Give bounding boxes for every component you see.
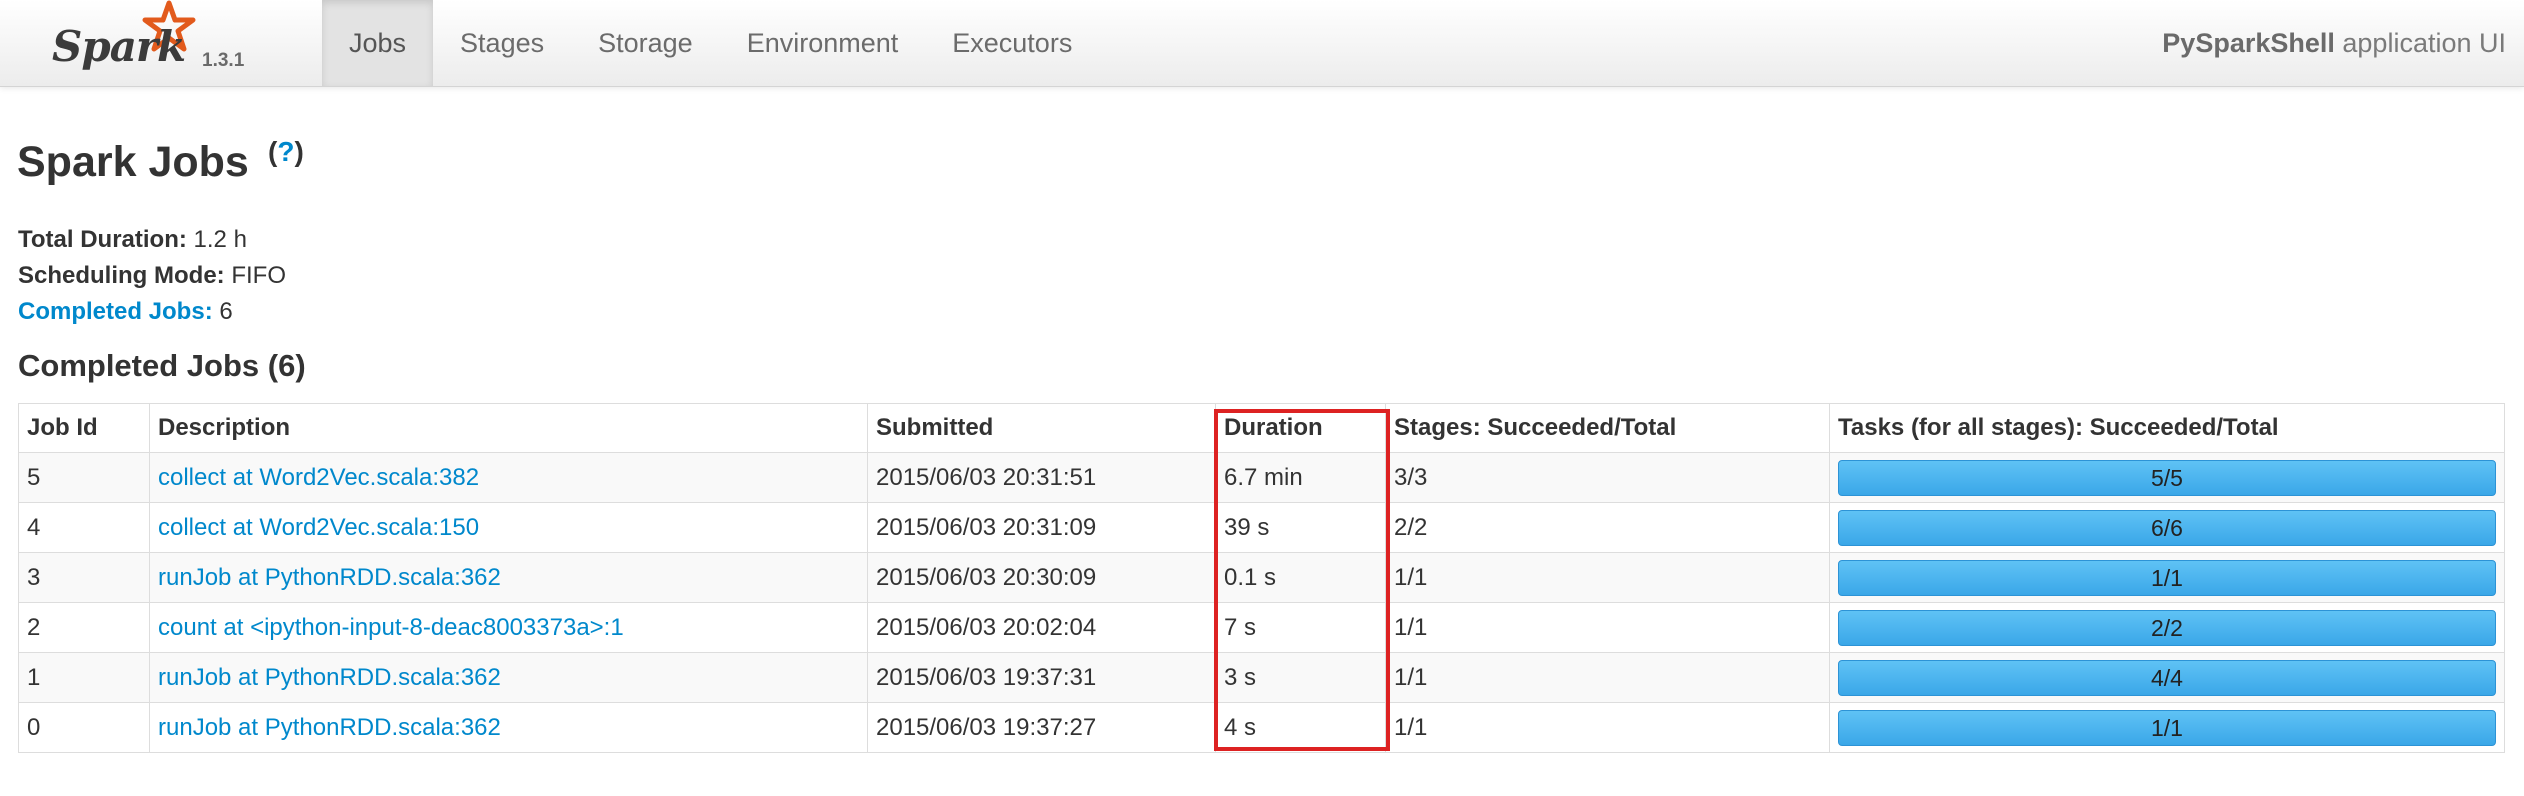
jobs-summary: Total Duration: 1.2 h Scheduling Mode: F…: [18, 222, 286, 330]
table-row: 5 collect at Word2Vec.scala:382 2015/06/…: [18, 452, 2505, 503]
scheduling-mode-value: FIFO: [224, 262, 286, 289]
page-title: Spark Jobs: [17, 138, 249, 186]
stages-cell: 1/1: [1385, 552, 1830, 603]
tasks-progress-bar: 1/1: [1838, 709, 2496, 746]
submitted-cell: 2015/06/03 19:37:27: [867, 702, 1216, 753]
job-id-cell: 1: [18, 652, 150, 703]
tasks-cell: 4/4: [1829, 652, 2505, 703]
job-description-link[interactable]: collect at Word2Vec.scala:150: [158, 514, 479, 541]
submitted-cell: 2015/06/03 19:37:31: [867, 652, 1216, 703]
spark-logo-text: Spark: [52, 22, 186, 71]
job-description-link[interactable]: count at <ipython-input-8-deac8003373a>:…: [158, 614, 624, 641]
stages-cell: 3/3: [1385, 452, 1830, 503]
tab-executors[interactable]: Executors: [925, 0, 1099, 86]
tasks-progress-bar: 5/5: [1838, 459, 2496, 496]
job-id-cell: 5: [18, 452, 150, 503]
application-title: PySparkShell application UI: [2162, 0, 2506, 86]
col-header-description[interactable]: Description: [149, 403, 868, 453]
app-suffix: application UI: [2334, 28, 2506, 58]
duration-cell: 7 s: [1215, 602, 1386, 653]
tasks-cell: 6/6: [1829, 502, 2505, 553]
tab-environment[interactable]: Environment: [720, 0, 926, 86]
table-header-row: Job Id Description Submitted Duration St…: [18, 403, 2505, 453]
job-id-cell: 3: [18, 552, 150, 603]
duration-cell: 39 s: [1215, 502, 1386, 553]
stages-cell: 2/2: [1385, 502, 1830, 553]
tasks-cell: 5/5: [1829, 452, 2505, 503]
job-id-cell: 2: [18, 602, 150, 653]
tasks-cell: 2/2: [1829, 602, 2505, 653]
col-header-duration[interactable]: Duration: [1215, 403, 1386, 453]
col-header-job-id[interactable]: Job Id: [18, 403, 150, 453]
job-description-link[interactable]: runJob at PythonRDD.scala:362: [158, 664, 501, 691]
table-row: 4 collect at Word2Vec.scala:150 2015/06/…: [18, 502, 2505, 553]
job-id-cell: 0: [18, 702, 150, 753]
col-header-submitted[interactable]: Submitted: [867, 403, 1216, 453]
description-cell: runJob at PythonRDD.scala:362: [149, 552, 868, 603]
help-link[interactable]: ?: [277, 136, 294, 167]
duration-cell: 3 s: [1215, 652, 1386, 703]
completed-jobs-heading: Completed Jobs (6): [18, 348, 306, 383]
completed-jobs-value: 6: [212, 298, 233, 325]
top-navbar: Spark 1.3.1 Jobs Stages Storage Environm…: [0, 0, 2524, 87]
tasks-cell: 1/1: [1829, 702, 2505, 753]
total-duration-value: 1.2 h: [186, 226, 247, 253]
submitted-cell: 2015/06/03 20:31:09: [867, 502, 1216, 553]
tab-stages[interactable]: Stages: [433, 0, 571, 86]
job-id-cell: 4: [18, 502, 150, 553]
submitted-cell: 2015/06/03 20:30:09: [867, 552, 1216, 603]
job-description-link[interactable]: runJob at PythonRDD.scala:362: [158, 714, 501, 741]
spark-logo[interactable]: Spark 1.3.1: [52, 0, 252, 86]
completed-jobs-table: Job Id Description Submitted Duration St…: [18, 403, 2505, 753]
tasks-progress-bar: 6/6: [1838, 509, 2496, 546]
submitted-cell: 2015/06/03 20:31:51: [867, 452, 1216, 503]
tasks-cell: 1/1: [1829, 552, 2505, 603]
description-cell: collect at Word2Vec.scala:150: [149, 502, 868, 553]
tasks-progress-bar: 1/1: [1838, 559, 2496, 596]
table-row: 2 count at <ipython-input-8-deac8003373a…: [18, 602, 2505, 653]
table-row: 3 runJob at PythonRDD.scala:362 2015/06/…: [18, 552, 2505, 603]
tab-storage[interactable]: Storage: [571, 0, 720, 86]
spark-version: 1.3.1: [202, 50, 245, 71]
completed-jobs-link[interactable]: Completed Jobs:: [18, 298, 213, 325]
stages-cell: 1/1: [1385, 702, 1830, 753]
total-duration: Total Duration: 1.2 h: [18, 222, 286, 258]
description-cell: runJob at PythonRDD.scala:362: [149, 652, 868, 703]
col-header-tasks[interactable]: Tasks (for all stages): Succeeded/Total: [1829, 403, 2505, 453]
duration-cell: 0.1 s: [1215, 552, 1386, 603]
job-description-link[interactable]: runJob at PythonRDD.scala:362: [158, 564, 501, 591]
total-duration-label: Total Duration:: [18, 226, 187, 253]
table-row: 1 runJob at PythonRDD.scala:362 2015/06/…: [18, 652, 2505, 703]
description-cell: collect at Word2Vec.scala:382: [149, 452, 868, 503]
duration-cell: 4 s: [1215, 702, 1386, 753]
help-tooltip: (?): [268, 136, 304, 167]
tasks-progress-bar: 4/4: [1838, 659, 2496, 696]
completed-jobs: Completed Jobs: 6: [18, 294, 286, 330]
description-cell: count at <ipython-input-8-deac8003373a>:…: [149, 602, 868, 653]
tab-jobs[interactable]: Jobs: [322, 0, 434, 86]
completed-jobs-table-wrapper: Job Id Description Submitted Duration St…: [18, 403, 2505, 753]
col-header-stages[interactable]: Stages: Succeeded/Total: [1385, 403, 1830, 453]
stages-cell: 1/1: [1385, 652, 1830, 703]
job-description-link[interactable]: collect at Word2Vec.scala:382: [158, 464, 479, 491]
description-cell: runJob at PythonRDD.scala:362: [149, 702, 868, 753]
submitted-cell: 2015/06/03 20:02:04: [867, 602, 1216, 653]
app-name: PySparkShell: [2162, 28, 2335, 58]
nav-tabs: Jobs Stages Storage Environment Executor…: [322, 0, 1099, 86]
table-row: 0 runJob at PythonRDD.scala:362 2015/06/…: [18, 702, 2505, 753]
tasks-progress-bar: 2/2: [1838, 609, 2496, 646]
duration-cell: 6.7 min: [1215, 452, 1386, 503]
scheduling-mode: Scheduling Mode: FIFO: [18, 258, 286, 294]
scheduling-mode-label: Scheduling Mode:: [18, 262, 225, 289]
stages-cell: 1/1: [1385, 602, 1830, 653]
